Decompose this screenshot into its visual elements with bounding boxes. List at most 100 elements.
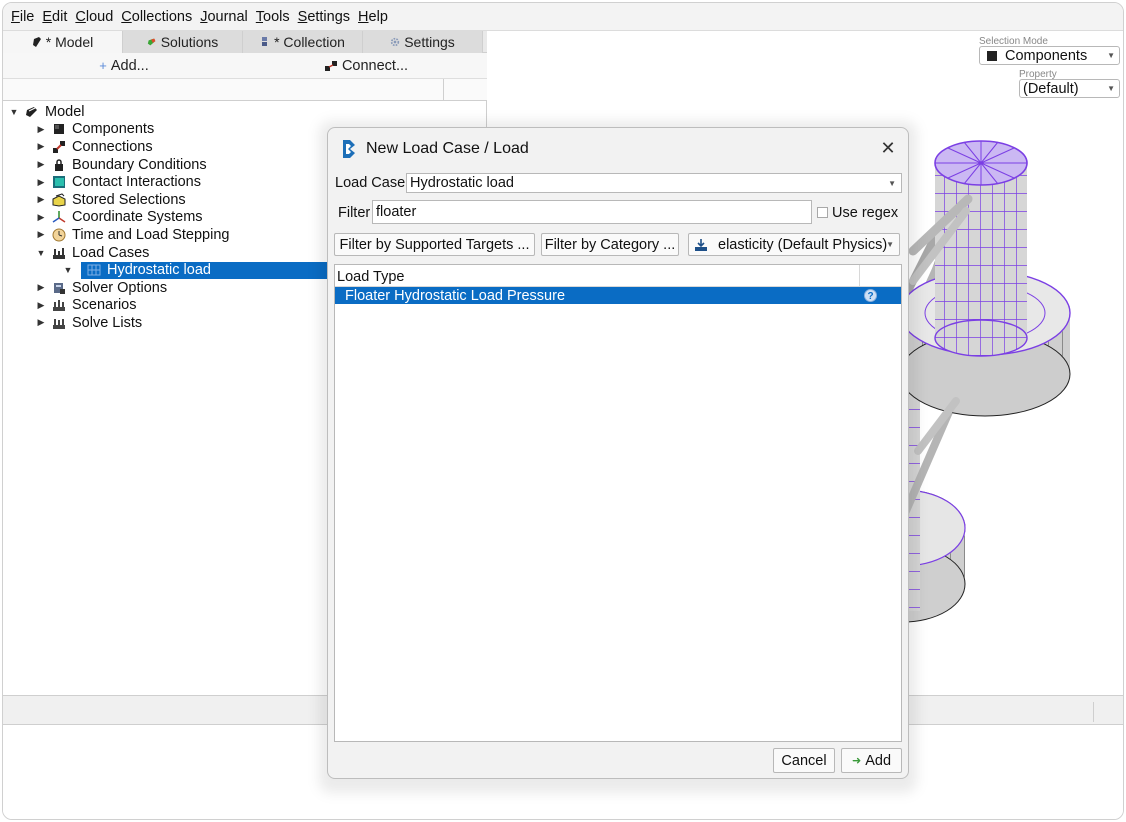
menu-collections[interactable]: Collections bbox=[117, 9, 196, 25]
tree-label: Coordinate Systems bbox=[72, 209, 203, 226]
filter-label: Filter bbox=[338, 205, 371, 221]
axes-icon bbox=[52, 211, 66, 223]
tab-model[interactable]: * Model bbox=[3, 31, 123, 53]
filter-input[interactable]: floater bbox=[372, 200, 812, 224]
tab-solutions[interactable]: Solutions bbox=[123, 31, 243, 53]
add-load-button[interactable]: ➜ Add bbox=[841, 748, 902, 773]
help-icon[interactable]: ? bbox=[864, 289, 877, 302]
solver-icon bbox=[54, 282, 65, 294]
tree-label: Model bbox=[45, 103, 85, 120]
load-case-label: Load Case bbox=[335, 175, 406, 191]
model-toolbar: + Add... Connect... bbox=[3, 53, 487, 79]
plus-icon: + bbox=[99, 58, 107, 73]
connect-icon bbox=[324, 60, 337, 71]
load-case-dropdown[interactable]: Hydrostatic load ▼ bbox=[406, 173, 902, 193]
tree-label: Solver Options bbox=[72, 279, 168, 296]
scenarios-icon bbox=[53, 300, 65, 312]
expand-right-icon[interactable]: ▶ bbox=[36, 141, 46, 152]
use-regex-label: Use regex bbox=[832, 205, 899, 221]
tree-label: Connections bbox=[72, 138, 153, 155]
expand-right-icon[interactable]: ▶ bbox=[36, 159, 46, 170]
solutions-icon bbox=[147, 38, 156, 46]
clock-icon bbox=[52, 228, 66, 242]
chevron-down-icon: ▼ bbox=[888, 178, 896, 188]
new-load-case-dialog: New Load Case / Load ✕ Load Case Hydrost… bbox=[327, 127, 909, 779]
arrow-right-icon: ➜ bbox=[851, 755, 862, 767]
filter-category-label: Filter by Category ... bbox=[544, 236, 676, 253]
tree-item-model[interactable]: ▼ Model bbox=[3, 103, 487, 121]
components-icon bbox=[54, 124, 64, 135]
filter-targets-button[interactable]: Filter by Supported Targets ... bbox=[334, 233, 535, 256]
tab-collection[interactable]: * Collection bbox=[243, 31, 363, 53]
physics-label: elasticity (Default Physics) bbox=[718, 236, 888, 253]
tree-label: Load Cases bbox=[72, 244, 150, 261]
contact-icon bbox=[53, 176, 65, 189]
load-type-header-label: Load Type bbox=[337, 269, 405, 285]
list-item-label: Floater Hydrostatic Load Pressure bbox=[345, 287, 566, 304]
grid-icon bbox=[87, 264, 101, 276]
model-icon bbox=[32, 37, 41, 47]
filter-category-button[interactable]: Filter by Category ... bbox=[541, 233, 679, 256]
tab-collection-label: * Collection bbox=[274, 34, 345, 50]
menu-journal[interactable]: Journal bbox=[196, 9, 252, 25]
expand-right-icon[interactable]: ▶ bbox=[36, 124, 46, 135]
use-regex-checkbox[interactable] bbox=[817, 207, 828, 218]
panel-tabs: * Model Solutions * Collection Settings bbox=[3, 31, 487, 53]
tree-label: Stored Selections bbox=[72, 191, 186, 208]
tree-label: Scenarios bbox=[72, 297, 137, 314]
load-type-list[interactable]: Load Type Floater Hydrostatic Load Press… bbox=[334, 264, 902, 742]
app-logo-icon bbox=[343, 140, 355, 158]
physics-icon bbox=[695, 238, 707, 251]
stored-selections-icon bbox=[52, 193, 66, 207]
selected-item[interactable]: Hydrostatic load bbox=[81, 261, 329, 279]
app-window: File Edit Cloud Collections Journal Tool… bbox=[2, 2, 1124, 820]
connections-icon bbox=[53, 140, 65, 153]
filter-value: floater bbox=[376, 204, 417, 220]
expand-right-icon[interactable]: ▶ bbox=[36, 177, 46, 188]
menu-edit[interactable]: Edit bbox=[38, 9, 71, 25]
cancel-button[interactable]: Cancel bbox=[773, 748, 835, 773]
tree-label: Time and Load Stepping bbox=[72, 226, 230, 243]
expand-down-icon[interactable]: ▼ bbox=[63, 265, 73, 275]
load-cases-icon bbox=[53, 247, 65, 259]
tree-label: Hydrostatic load bbox=[107, 262, 211, 279]
filter-targets-label: Filter by Supported Targets ... bbox=[339, 236, 530, 253]
expand-right-icon[interactable]: ▶ bbox=[36, 229, 46, 240]
close-icon[interactable]: ✕ bbox=[878, 138, 898, 158]
tree-filter-bar[interactable] bbox=[3, 79, 487, 101]
expand-right-icon[interactable]: ▶ bbox=[36, 212, 46, 223]
list-item[interactable]: Floater Hydrostatic Load Pressure ? bbox=[335, 287, 901, 304]
load-type-header[interactable]: Load Type bbox=[335, 265, 901, 287]
menu-tools[interactable]: Tools bbox=[252, 9, 294, 25]
menu-cloud[interactable]: Cloud bbox=[71, 9, 117, 25]
menu-settings[interactable]: Settings bbox=[294, 9, 354, 25]
tree-label: Contact Interactions bbox=[72, 174, 201, 191]
collection-icon bbox=[262, 37, 268, 46]
load-case-value: Hydrostatic load bbox=[410, 175, 514, 191]
tree-label: Boundary Conditions bbox=[72, 156, 207, 173]
tab-settings[interactable]: Settings bbox=[363, 31, 483, 53]
expand-down-icon[interactable]: ▼ bbox=[36, 248, 46, 258]
menu-bar: File Edit Cloud Collections Journal Tool… bbox=[3, 3, 1123, 31]
cancel-button-label: Cancel bbox=[781, 752, 827, 769]
lock-icon bbox=[55, 158, 63, 171]
solve-lists-icon bbox=[53, 318, 65, 329]
expand-right-icon[interactable]: ▶ bbox=[36, 282, 46, 293]
menu-help[interactable]: Help bbox=[354, 9, 392, 25]
chevron-down-icon: ▼ bbox=[886, 240, 894, 249]
tree-label: Solve Lists bbox=[72, 314, 143, 331]
expand-right-icon[interactable]: ▶ bbox=[36, 300, 46, 311]
gear-icon bbox=[391, 37, 400, 47]
expand-down-icon[interactable]: ▼ bbox=[9, 107, 19, 117]
tab-model-label: * Model bbox=[45, 34, 94, 50]
model-icon bbox=[26, 106, 37, 117]
tab-solutions-label: Solutions bbox=[160, 34, 219, 50]
menu-file[interactable]: File bbox=[7, 9, 38, 25]
add-button-label: Add... bbox=[110, 57, 149, 74]
expand-right-icon[interactable]: ▶ bbox=[36, 317, 46, 328]
physics-dropdown[interactable]: elasticity (Default Physics) ▼ bbox=[688, 233, 900, 256]
expand-right-icon[interactable]: ▶ bbox=[36, 194, 46, 205]
add-load-button-label: Add bbox=[865, 752, 892, 769]
add-button[interactable]: + Add... bbox=[3, 58, 245, 74]
connect-button[interactable]: Connect... bbox=[245, 58, 487, 74]
